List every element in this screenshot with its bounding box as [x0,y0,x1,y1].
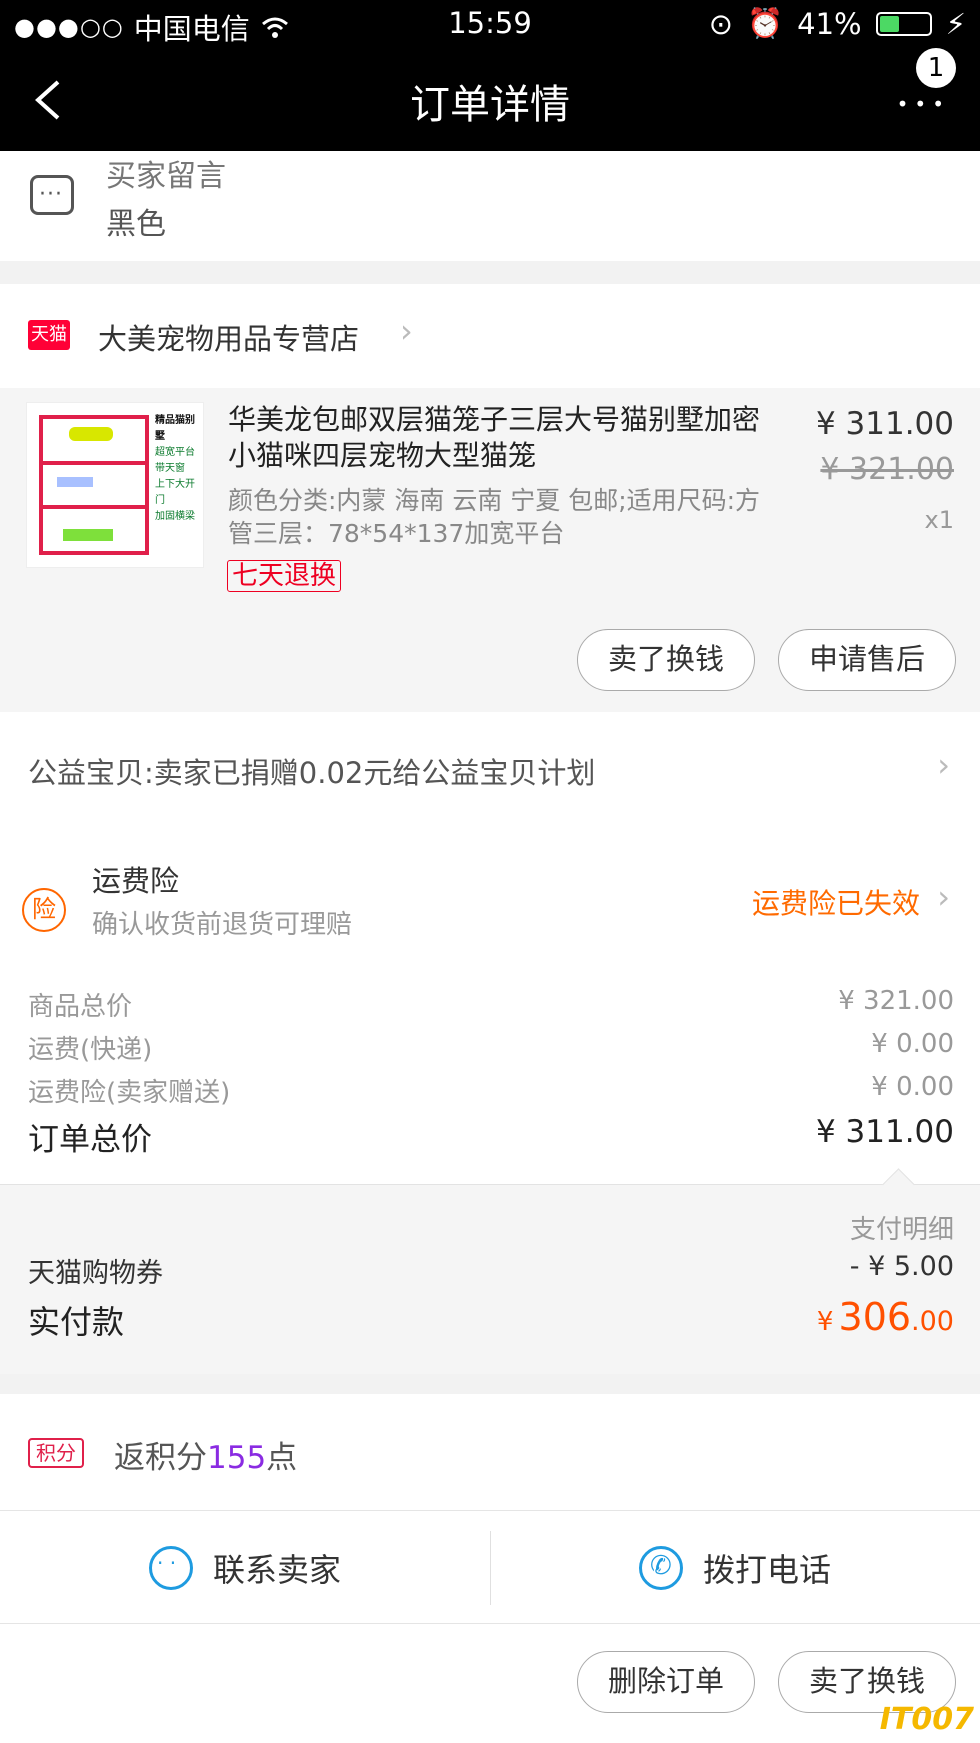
order-total-label: 订单总价 [28,1122,152,1158]
battery-icon [875,11,932,36]
product-title[interactable]: 华美龙包邮双层猫笼子三层大号猫别墅加密小猫咪四层宠物大型猫笼 [228,402,768,474]
seven-day-return-badge: 七天退换 [227,560,342,592]
insurance-fee-value: ¥ 0.00 [871,1072,954,1102]
paid-amount-value: ¥ 306.00 [816,1295,954,1339]
product-quantity: x1 [924,506,954,534]
buyer-message-section: 买家留言 黑色 [0,151,980,261]
alarm-icon: ⏰ [747,6,784,40]
store-name: 大美宠物用品专营店 [98,322,360,356]
insurance-icon: 险 [22,888,66,932]
watermark-logo: IT007 [879,1702,974,1737]
paid-amount-label: 实付款 [28,1303,125,1341]
charity-text: 公益宝贝:卖家已捐赠0.02元给公益宝贝计划 [28,756,596,790]
shipping-fee-value: ¥ 0.00 [871,1029,954,1059]
product-sku: 颜色分类:内蒙 海南 云南 宁夏 包邮;适用尺码:方管三层：78*54*137加… [228,486,761,548]
shipping-insurance-row[interactable]: 险 运费险 确认收货前退货可理赔 运费险已失效 › [0,828,980,968]
contact-seller-label: 联系卖家 [212,1551,341,1589]
order-item[interactable]: 精品猫别墅 超宽平台 带天窗 上下大开门 加固横梁 华美龙包邮双层猫笼子三层大号… [0,388,980,712]
chevron-right-icon: › [400,312,413,350]
coupon-value: - ¥ 5.00 [849,1251,954,1282]
shipping-fee-label: 运费(快递) [28,1035,153,1065]
orientation-lock-icon: ⊙ [708,6,734,41]
phone-icon [638,1546,683,1590]
insurance-fee-label: 运费险(卖家赠送) [28,1078,231,1108]
message-icon [30,175,74,215]
buyer-message-label: 买家留言 [106,159,226,194]
payment-detail-link[interactable]: 支付明细 [850,1209,954,1246]
store-header[interactable]: 天猫 大美宠物用品专营店 › [0,284,980,388]
cat-cage-image [39,415,149,555]
product-original-price: ¥ 321.00 [820,452,954,487]
status-bar: ●●●○○ 中国电信 15:59 ⊙ ⏰ 41% ⚡ [0,0,980,50]
payment-detail: 支付明细 天猫购物券 - ¥ 5.00 实付款 ¥ 306.00 [0,1184,980,1374]
chat-face-icon [148,1546,193,1590]
tmall-logo-icon: 天猫 [28,320,70,350]
top-bar: ●●●○○ 中国电信 15:59 ⊙ ⏰ 41% ⚡ 订单详情 ••• 1 [0,0,980,151]
charging-icon: ⚡ [945,6,966,41]
page-title: 订单详情 [410,82,570,128]
price-summary: 商品总价 ¥ 321.00 运费(快递) ¥ 0.00 运费险(卖家赠送) ¥ … [0,968,980,1184]
footer-actions: 删除订单 卖了换钱 IT007 [0,1624,980,1743]
points-text: 返积分155点 [114,1440,298,1476]
call-phone-button[interactable]: 拨打电话 [490,1511,980,1625]
order-total-value: ¥ 311.00 [815,1114,954,1150]
coupon-label: 天猫购物券 [28,1258,163,1289]
insurance-subtitle: 确认收货前退货可理赔 [92,910,353,940]
insurance-status: 运费险已失效 [751,887,920,920]
after-sale-button[interactable]: 申请售后 [778,629,956,691]
goods-total-value: ¥ 321.00 [838,986,954,1016]
points-icon: 积分 [28,1438,84,1468]
chevron-right-icon: › [937,878,950,916]
charity-row[interactable]: 公益宝贝:卖家已捐赠0.02元给公益宝贝计划 › [0,712,980,828]
notification-badge: 1 [916,48,956,88]
call-phone-label: 拨打电话 [702,1551,831,1589]
product-price: ¥ 311.00 [815,406,954,442]
sell-for-cash-button[interactable]: 卖了换钱 [577,629,755,691]
chevron-right-icon: › [937,746,950,784]
contact-seller-button[interactable]: 联系卖家 [0,1511,490,1625]
delete-order-button[interactable]: 删除订单 [577,1651,755,1713]
product-thumbnail[interactable]: 精品猫别墅 超宽平台 带天窗 上下大开门 加固横梁 [26,402,204,568]
thumbnail-caption: 精品猫别墅 超宽平台 带天窗 上下大开门 加固横梁 [155,415,195,522]
contact-bar: 联系卖家 拨打电话 [0,1510,980,1624]
battery-percent: 41% [797,6,862,41]
points-row: 积分 返积分155点 [0,1394,980,1510]
more-menu-icon[interactable]: ••• [897,92,950,116]
insurance-title: 运费险 [92,864,180,898]
goods-total-label: 商品总价 [28,992,133,1022]
buyer-message-value: 黑色 [106,207,166,242]
